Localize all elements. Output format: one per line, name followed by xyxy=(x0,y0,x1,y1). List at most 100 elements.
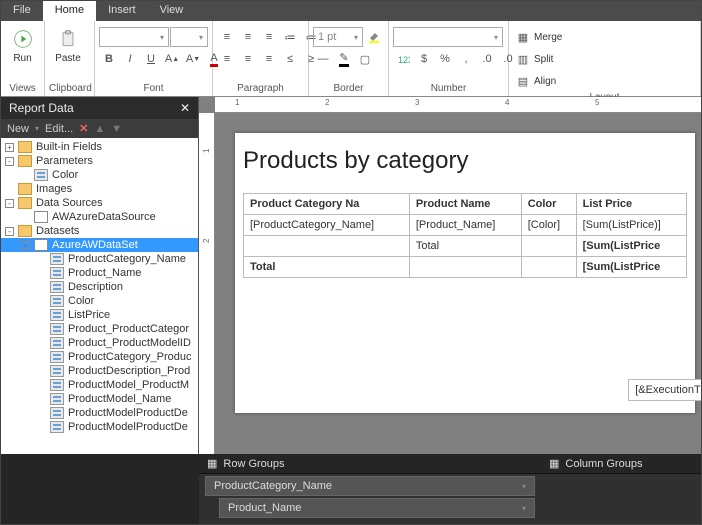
align-right-button[interactable]: ≡ xyxy=(259,27,279,47)
table-cell[interactable]: [Sum(ListPrice)] xyxy=(576,215,686,236)
panel-title: Report Data xyxy=(9,101,74,115)
expand-icon[interactable]: - xyxy=(5,157,14,166)
column-header[interactable]: Color xyxy=(521,194,576,215)
valign-bottom-button[interactable]: ≡ xyxy=(259,49,279,69)
tree-item[interactable]: Images xyxy=(1,182,198,196)
tree-item[interactable]: ProductDescription_Prod xyxy=(1,364,198,378)
edit-button[interactable]: Edit... xyxy=(45,123,73,135)
table-cell[interactable] xyxy=(409,257,521,278)
currency-symbol-button[interactable]: $ xyxy=(414,49,434,69)
table-cell[interactable] xyxy=(244,236,410,257)
delete-icon[interactable]: ✕ xyxy=(79,122,88,135)
paste-button[interactable]: Paste xyxy=(49,23,87,64)
tree-item[interactable]: Product_ProductCategor xyxy=(1,322,198,336)
align-left-button[interactable]: ≡ xyxy=(217,27,237,47)
table-icon: ▦ xyxy=(549,457,559,470)
tree-item[interactable]: Color xyxy=(1,294,198,308)
tree-item[interactable]: -Parameters xyxy=(1,154,198,168)
expand-icon xyxy=(37,381,46,390)
merge-button[interactable]: ▦ xyxy=(513,27,533,47)
align-center-button[interactable]: ≡ xyxy=(238,27,258,47)
comma-button[interactable]: , xyxy=(456,49,476,69)
tree-item[interactable]: ProductCategory_Produc xyxy=(1,350,198,364)
expand-icon[interactable]: - xyxy=(5,227,14,236)
bullets-button[interactable]: ≔ xyxy=(280,27,300,47)
expand-icon xyxy=(21,213,30,222)
font-grow-button[interactable]: A▲ xyxy=(162,49,182,69)
border-color-button[interactable]: ✎ xyxy=(334,49,354,69)
move-up-icon[interactable]: ▲ xyxy=(94,123,105,135)
expand-icon xyxy=(5,185,14,194)
tree-item[interactable]: ProductModelProductDe xyxy=(1,406,198,420)
currency-button[interactable]: 123 xyxy=(393,49,413,69)
chevron-down-icon[interactable]: ▾ xyxy=(522,504,526,513)
table-cell[interactable]: Total xyxy=(409,236,521,257)
close-icon[interactable]: ✕ xyxy=(180,101,190,115)
tree-item[interactable]: Color xyxy=(1,168,198,182)
table-cell[interactable] xyxy=(521,236,576,257)
tree-item[interactable]: -Data Sources xyxy=(1,196,198,210)
italic-button[interactable]: I xyxy=(120,49,140,69)
execution-time-textbox[interactable]: [&ExecutionTime xyxy=(628,379,701,401)
chevron-down-icon[interactable]: ▾ xyxy=(522,482,526,491)
table-cell[interactable]: Total xyxy=(244,257,410,278)
table-cell[interactable]: [Color] xyxy=(521,215,576,236)
report-data-tree[interactable]: +Built-in Fields-ParametersColorImages-D… xyxy=(1,138,198,454)
tree-item[interactable]: Product_ProductModelID xyxy=(1,336,198,350)
valign-top-button[interactable]: ≡ xyxy=(217,49,237,69)
split-button[interactable]: ▥ xyxy=(513,49,533,69)
underline-button[interactable]: U xyxy=(141,49,161,69)
expand-icon[interactable]: + xyxy=(5,143,14,152)
row-group-item[interactable]: ProductCategory_Name▾ xyxy=(205,476,535,496)
number-format-dropdown[interactable]: ▾ xyxy=(393,27,503,47)
tree-item[interactable]: Description xyxy=(1,280,198,294)
tab-file[interactable]: File xyxy=(1,1,43,21)
valign-middle-button[interactable]: ≡ xyxy=(238,49,258,69)
decimal-inc-button[interactable]: .0 xyxy=(477,49,497,69)
tree-item[interactable]: ListPrice xyxy=(1,308,198,322)
table-cell[interactable] xyxy=(521,257,576,278)
font-shrink-button[interactable]: A▼ xyxy=(183,49,203,69)
expand-icon[interactable]: - xyxy=(21,241,30,250)
table-cell[interactable]: [Product_Name] xyxy=(409,215,521,236)
report-title[interactable]: Products by category xyxy=(243,141,687,193)
tab-view[interactable]: View xyxy=(148,1,196,21)
move-down-icon[interactable]: ▼ xyxy=(111,123,122,135)
tree-item[interactable]: -Datasets xyxy=(1,224,198,238)
tree-item[interactable]: ProductModelProductDe xyxy=(1,420,198,434)
report-design-surface[interactable]: Products by category Product Category Na… xyxy=(235,133,695,413)
column-header[interactable]: List Price xyxy=(576,194,686,215)
table-cell[interactable]: [Sum(ListPrice xyxy=(576,257,686,278)
border-width-dropdown[interactable]: 1 pt▾ xyxy=(313,27,363,47)
tree-item[interactable]: Product_Name xyxy=(1,266,198,280)
expand-icon[interactable]: - xyxy=(5,199,14,208)
new-button[interactable]: New xyxy=(7,123,29,135)
tree-item[interactable]: +Built-in Fields xyxy=(1,140,198,154)
tree-item[interactable]: ProductCategory_Name xyxy=(1,252,198,266)
indent-decrease-button[interactable]: ≤ xyxy=(280,49,300,69)
run-button[interactable]: Run xyxy=(5,23,40,64)
tree-item[interactable]: ProductModel_ProductM xyxy=(1,378,198,392)
percent-button[interactable]: % xyxy=(435,49,455,69)
column-header[interactable]: Product Category Na xyxy=(244,194,410,215)
tab-home[interactable]: Home xyxy=(43,1,96,21)
border-style-button[interactable]: — xyxy=(313,49,333,69)
column-header[interactable]: Product Name xyxy=(409,194,521,215)
tree-item[interactable]: ProductModel_Name xyxy=(1,392,198,406)
align-button[interactable]: ▤ xyxy=(513,71,533,91)
group-font-label: Font xyxy=(99,82,208,96)
border-preset-button[interactable]: ▢ xyxy=(355,49,375,69)
tree-item-label: Color xyxy=(52,169,78,181)
tab-insert[interactable]: Insert xyxy=(96,1,148,21)
row-group-item[interactable]: Product_Name▾ xyxy=(219,498,535,518)
report-table[interactable]: Product Category NaProduct NameColorList… xyxy=(243,193,687,278)
bold-button[interactable]: B xyxy=(99,49,119,69)
tree-item[interactable]: -AzureAWDataSet xyxy=(1,238,198,252)
tree-item[interactable]: AWAzureDataSource xyxy=(1,210,198,224)
fill-color-button[interactable] xyxy=(364,27,384,47)
table-cell[interactable]: [ProductCategory_Name] xyxy=(244,215,410,236)
font-size-dropdown[interactable]: ▾ xyxy=(170,27,208,47)
expand-icon xyxy=(37,311,46,320)
table-cell[interactable]: [Sum(ListPrice xyxy=(576,236,686,257)
font-family-dropdown[interactable]: ▾ xyxy=(99,27,169,47)
